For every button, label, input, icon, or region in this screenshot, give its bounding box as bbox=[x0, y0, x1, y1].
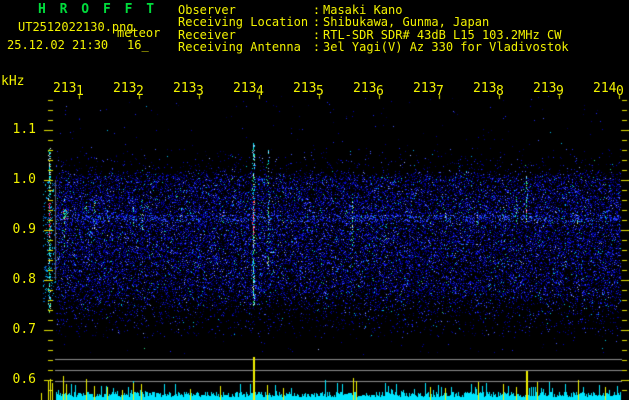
time-tick-label-digit: 4 bbox=[256, 84, 264, 99]
station-info: Observer: Masaki Kano Receiving Location:… bbox=[178, 4, 569, 54]
time-tick-label-prefix: 213 bbox=[413, 81, 437, 96]
colon: : bbox=[312, 15, 321, 30]
time-tick-label-prefix: 214 bbox=[593, 81, 617, 96]
time-tick-label-prefix: 213 bbox=[533, 81, 557, 96]
time-tick-label-digit: 1 bbox=[76, 84, 84, 99]
y-axis-unit-label: kHz bbox=[1, 74, 25, 89]
time-tick-label-digit: 9 bbox=[556, 84, 564, 99]
colon: : bbox=[312, 40, 321, 55]
freq-tick-label: 1.1 bbox=[12, 122, 36, 137]
hrofft-screen: H R O F F T UT2512022130.png meteor 25.1… bbox=[0, 0, 629, 400]
time-tick-label-digit: 3 bbox=[196, 84, 204, 99]
info-label: Receiving Location bbox=[178, 15, 309, 30]
app-title: H R O F F T bbox=[38, 2, 158, 17]
time-tick-label-digit: 6 bbox=[376, 84, 384, 99]
datetime-label: 25.12.02 21:30 bbox=[7, 38, 109, 52]
time-tick-label-digit: 5 bbox=[316, 84, 324, 99]
time-tick-label-digit: 2 bbox=[136, 84, 144, 99]
spectrogram-canvas bbox=[0, 0, 629, 400]
time-tick-label-digit: 8 bbox=[496, 84, 504, 99]
time-tick-label-prefix: 213 bbox=[173, 81, 197, 96]
time-tick-label-prefix: 213 bbox=[233, 81, 257, 96]
time-tick-label-digit: 7 bbox=[436, 84, 444, 99]
time-tick-label-digit: 0 bbox=[616, 84, 624, 99]
freq-tick-label: 1.0 bbox=[12, 172, 36, 187]
counter-label: 16_ bbox=[127, 38, 149, 52]
location-value: Shibukawa, Gunma, Japan bbox=[323, 15, 490, 30]
time-tick-label-prefix: 213 bbox=[113, 81, 137, 96]
freq-tick-label: 0.7 bbox=[12, 322, 36, 337]
freq-tick-label: 0.6 bbox=[12, 372, 36, 387]
freq-tick-label: 0.8 bbox=[12, 272, 36, 287]
antenna-value: 3el Yagi(V) Az 330 for Vladivostok bbox=[323, 40, 569, 55]
time-tick-label-prefix: 213 bbox=[53, 81, 77, 96]
info-row-location: Receiving Location: Shibukawa, Gunma, Jap… bbox=[178, 15, 569, 30]
time-tick-label-prefix: 213 bbox=[353, 81, 377, 96]
time-tick-label-prefix: 213 bbox=[293, 81, 317, 96]
freq-tick-label: 0.9 bbox=[12, 222, 36, 237]
info-label: Receiving Antenna bbox=[178, 40, 301, 55]
info-row-antenna: Receiving Antenna:3el Yagi(V) Az 330 for… bbox=[178, 40, 569, 55]
time-tick-label-prefix: 213 bbox=[473, 81, 497, 96]
